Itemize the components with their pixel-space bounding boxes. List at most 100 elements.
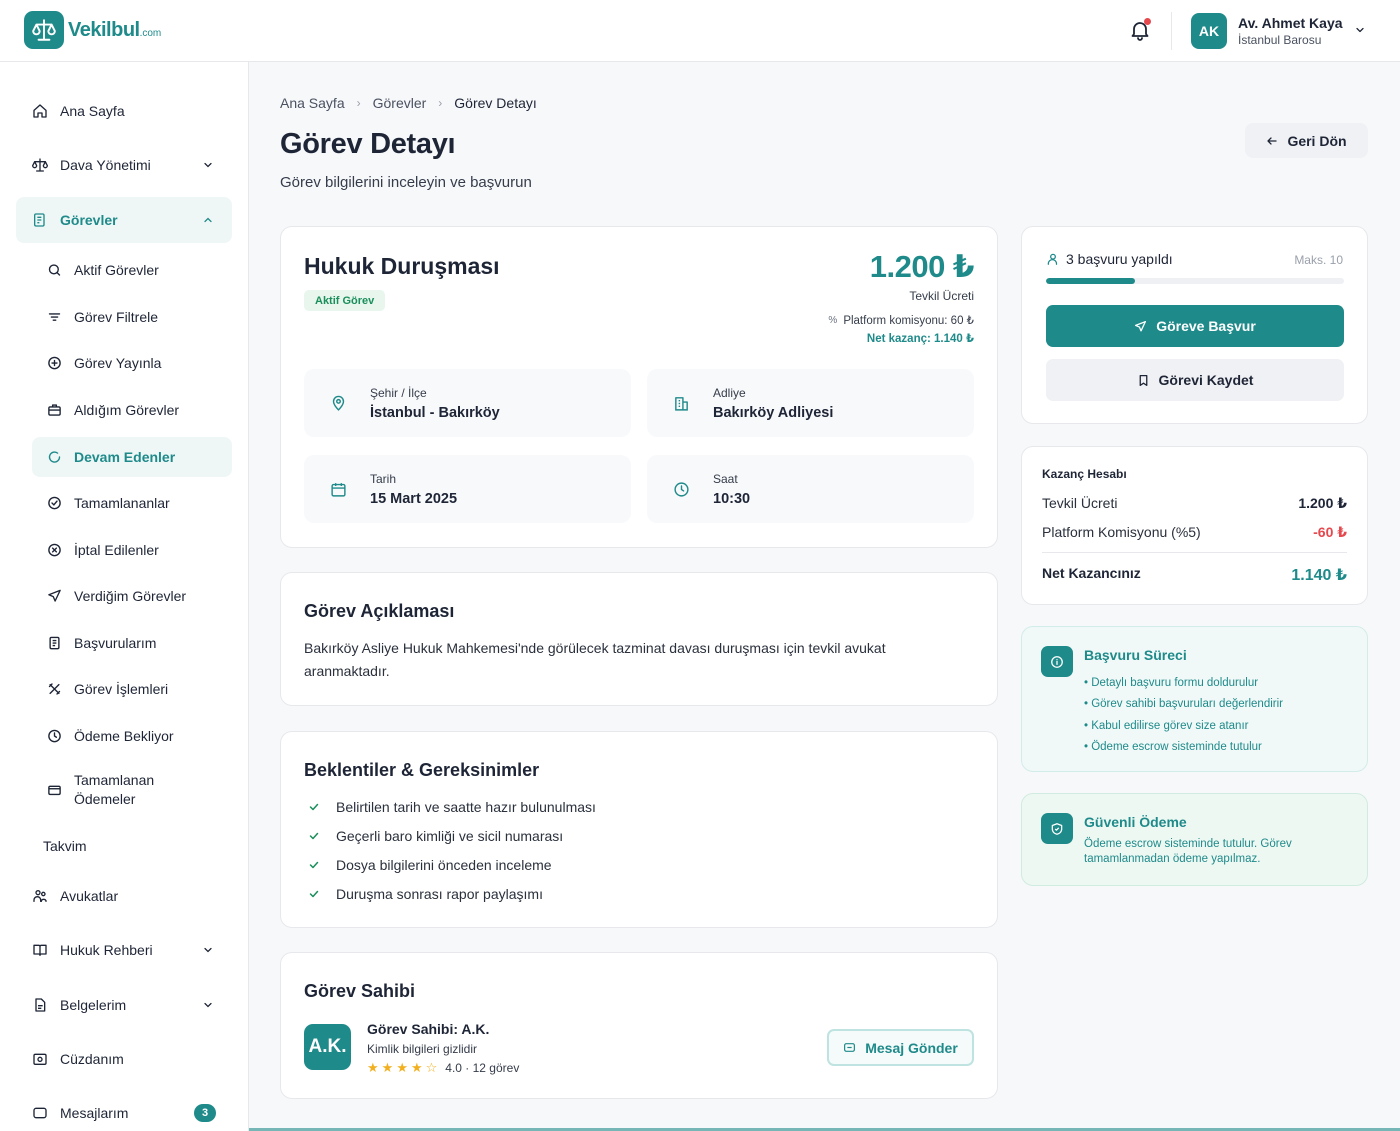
process-list: • Detaylı başvuru formu doldurulur • Gör… — [1084, 673, 1283, 758]
filter-icon — [47, 310, 62, 325]
requirement-item: Belirtilen tarih ve saatte hazır bulunul… — [304, 797, 596, 817]
sidebar-subitem-task-operations[interactable]: Görev İşlemleri — [32, 669, 232, 709]
breadcrumb: Ana Sayfa › Görevler › Görev Detayı — [280, 95, 537, 111]
users-icon — [32, 888, 48, 904]
check-icon — [304, 797, 324, 817]
save-task-button[interactable]: Görevi Kaydet — [1046, 359, 1344, 401]
sidebar-subitem-received-tasks[interactable]: Aldığım Görevler — [32, 390, 232, 430]
sidebar-subitem-given-tasks[interactable]: Verdiğim Görevler — [32, 576, 232, 616]
requirement-item: Duruşma sonrası rapor paylaşımı — [304, 884, 543, 904]
back-button-label: Geri Dön — [1287, 132, 1347, 149]
sidebar-subitem-in-progress[interactable]: Devam Edenler — [32, 437, 232, 477]
chevron-down-icon — [202, 159, 214, 171]
sidebar-subitem-filter-tasks[interactable]: Görev Filtrele — [32, 297, 232, 337]
clock-icon — [673, 481, 690, 498]
send-icon — [1134, 320, 1147, 333]
info-value: Bakırköy Adliyesi — [713, 405, 834, 421]
message-icon — [32, 1105, 48, 1121]
sidebar-item-calendar[interactable]: Takvim — [16, 823, 232, 869]
owner-name: Görev Sahibi: A.K. — [367, 1021, 490, 1037]
sidebar-item-wallet[interactable]: Cüzdanım — [16, 1036, 232, 1082]
owner-rating: ★ ★ ★ ★ ☆ 4.0 · 12 görev — [367, 1060, 519, 1076]
earnings-net-value: 1.140 ₺ — [1291, 567, 1347, 584]
sidebar-item-tasks[interactable]: Görevler — [16, 197, 232, 243]
sidebar-subitem-publish-task[interactable]: Görev Yayınla — [32, 343, 232, 383]
apply-task-button[interactable]: Göreve Başvur — [1046, 305, 1344, 347]
sidebar-subitem-completed-payments[interactable]: Tamamlanan Ödemeler — [32, 766, 232, 814]
user-avatar[interactable]: AK — [1191, 13, 1227, 49]
chevron-down-icon — [202, 999, 214, 1011]
sidebar-subitem-completed[interactable]: Tamamlananlar — [32, 483, 232, 523]
application-card: 3 başvuru yapıldı Maks. 10 Göreve Başvur… — [1021, 226, 1368, 424]
check-circle-icon — [47, 496, 62, 511]
sidebar-subitem-label: Başvurularım — [74, 634, 157, 651]
brand-logo[interactable]: Vekilbul .com — [24, 11, 161, 49]
apply-task-label: Göreve Başvur — [1156, 318, 1256, 334]
application-progress-fill — [1046, 278, 1136, 284]
send-icon — [47, 589, 62, 604]
breadcrumb-home[interactable]: Ana Sayfa — [280, 95, 345, 111]
chevron-down-icon[interactable] — [1354, 24, 1366, 36]
brand-name: Vekilbul — [68, 18, 140, 41]
send-message-label: Mesaj Gönder — [865, 1039, 958, 1056]
owner-rating-text: 4.0 · 12 görev — [445, 1061, 520, 1075]
earnings-fee-label: Tevkil Ücreti — [1042, 495, 1118, 511]
sidebar-item-legal-guide[interactable]: Hukuk Rehberi — [16, 927, 232, 973]
building-icon — [673, 395, 690, 412]
breadcrumb-separator-icon: › — [356, 96, 361, 110]
earnings-commission-value: -60 ₺ — [1313, 524, 1347, 540]
info-location: Şehir / İlçe İstanbul - Bakırköy — [304, 369, 631, 437]
commission-info: % Platform komisyonu: 60 ₺ — [828, 313, 974, 328]
sidebar-subitem-active-tasks[interactable]: Aktif Görevler — [32, 250, 232, 290]
sidebar-item-case-management[interactable]: Dava Yönetimi — [16, 142, 232, 188]
check-icon — [304, 855, 324, 875]
sidebar-subitem-label: Devam Edenler — [74, 448, 176, 465]
sidebar-subitem-applications[interactable]: Başvurularım — [32, 623, 232, 663]
sidebar-subitem-label: Aldığım Görevler — [74, 401, 180, 418]
breadcrumb-separator-icon: › — [438, 96, 443, 110]
sidebar-item-label: Dava Yönetimi — [60, 157, 151, 173]
application-progress-bar — [1046, 278, 1344, 284]
notification-bell-icon[interactable] — [1128, 18, 1152, 42]
sidebar-item-home[interactable]: Ana Sayfa — [16, 88, 232, 134]
info-key: Saat — [713, 472, 738, 486]
earnings-fee-row: Tevkil Ücreti 1.200 ₺ — [1042, 495, 1347, 512]
info-date: Tarih 15 Mart 2025 — [304, 455, 631, 523]
sidebar-subitem-awaiting-payment[interactable]: Ödeme Bekliyor — [32, 716, 232, 756]
search-icon — [47, 263, 62, 278]
star-outline-icon: ☆ — [425, 1060, 438, 1075]
save-task-label: Görevi Kaydet — [1158, 372, 1254, 388]
requirements-card: Beklentiler & Gereksinimler Belirtilen t… — [280, 731, 998, 928]
job-title: Hukuk Duruşması — [304, 253, 500, 279]
breadcrumb-tasks[interactable]: Görevler — [373, 95, 427, 111]
earnings-calculation-card: Kazanç Hesabı Tevkil Ücreti 1.200 ₺ Plat… — [1021, 446, 1368, 605]
requirement-text: Duruşma sonrası rapor paylaşımı — [336, 886, 543, 902]
requirement-text: Geçerli baro kimliği ve sicil numarası — [336, 828, 564, 844]
info-icon — [1041, 646, 1073, 677]
briefcase-icon — [47, 403, 62, 418]
sidebar-item-lawyers[interactable]: Avukatlar — [16, 873, 232, 919]
process-step: • Ödeme escrow sisteminde tutulur — [1084, 740, 1262, 753]
sidebar-subitem-label: Görev İşlemleri — [74, 680, 169, 697]
header-divider — [1171, 12, 1172, 50]
sidebar-item-messages[interactable]: Mesajlarım 3 — [16, 1090, 232, 1131]
earnings-title: Kazanç Hesabı — [1042, 467, 1127, 481]
sidebar-subitem-label: Görev Yayınla — [74, 354, 162, 371]
page-title: Görev Detayı — [280, 128, 456, 160]
page-subtitle: Görev bilgilerini inceleyin ve başvurun — [280, 174, 532, 191]
user-organization: İstanbul Barosu — [1238, 33, 1322, 47]
requirement-text: Dosya bilgilerini önceden inceleme — [336, 857, 552, 873]
application-max: Maks. 10 — [1294, 253, 1343, 267]
sidebar-item-documents[interactable]: Belgelerim — [16, 982, 232, 1028]
star-icon: ★ — [410, 1060, 423, 1075]
back-button[interactable]: Geri Dön — [1245, 123, 1368, 158]
calendar-icon — [330, 481, 347, 498]
user-name[interactable]: Av. Ahmet Kaya — [1238, 15, 1343, 31]
send-message-button[interactable]: Mesaj Gönder — [827, 1029, 974, 1066]
info-value: İstanbul - Bakırköy — [370, 405, 500, 421]
scales-icon — [32, 157, 48, 173]
net-earning: Net kazanç: 1.140 ₺ — [866, 333, 974, 345]
info-time: Saat 10:30 — [647, 455, 974, 523]
requirements-title: Beklentiler & Gereksinimler — [304, 760, 540, 780]
sidebar-subitem-cancelled[interactable]: İptal Edilenler — [32, 530, 232, 570]
